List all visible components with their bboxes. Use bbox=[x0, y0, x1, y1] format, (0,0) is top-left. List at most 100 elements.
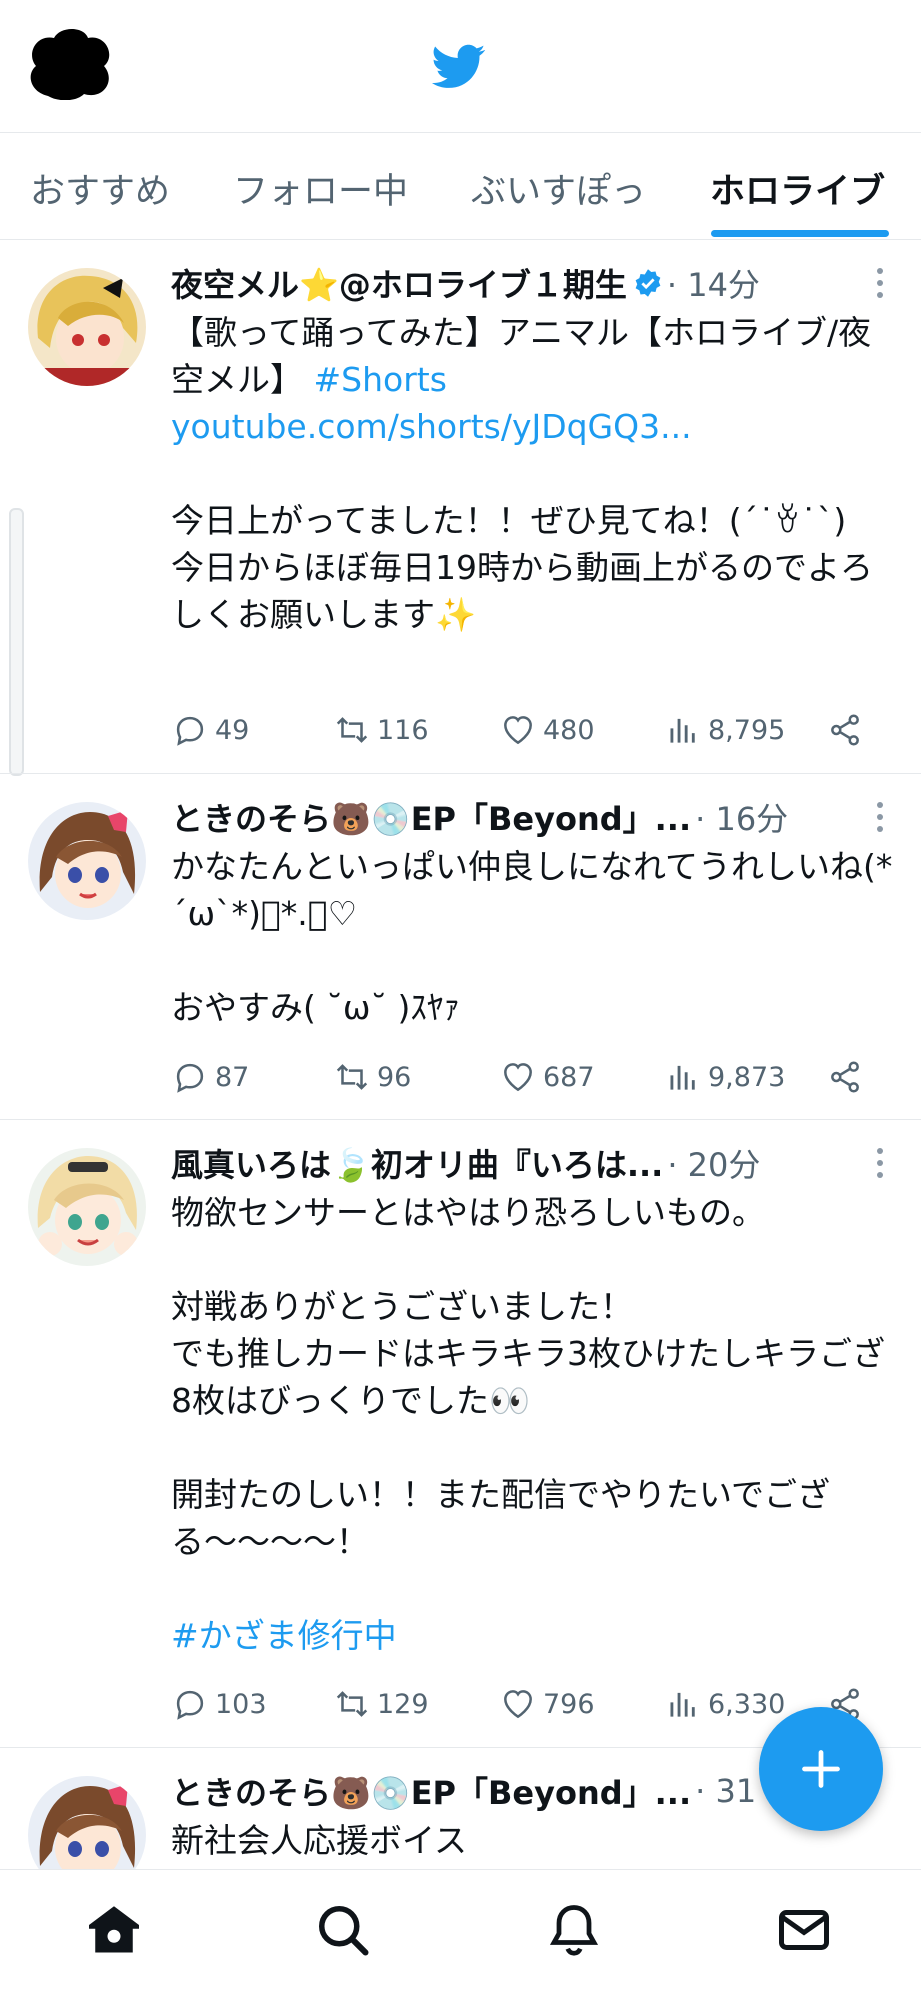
like-button[interactable]: 480 bbox=[499, 708, 595, 752]
timeline-tabs: おすすめ フォロー中 ぶいすぽっ ホロライブ bbox=[0, 133, 921, 240]
top-header bbox=[0, 0, 921, 133]
retweet-button[interactable]: 116 bbox=[333, 708, 429, 752]
like-button[interactable]: 687 bbox=[499, 1055, 595, 1099]
active-tab-indicator bbox=[711, 230, 889, 237]
retweet-icon bbox=[336, 1691, 368, 1717]
avatar[interactable] bbox=[28, 802, 146, 920]
timestamp: · 20分 bbox=[667, 1146, 761, 1184]
retweet-button[interactable]: 96 bbox=[333, 1055, 411, 1099]
heart-icon bbox=[504, 716, 532, 745]
like-count: 687 bbox=[543, 1061, 595, 1093]
tweet-header: 夜空メル⭐@ホロライブ１期生 · 14分 bbox=[171, 260, 861, 306]
timestamp: · 31 bbox=[695, 1772, 757, 1810]
analytics-icon bbox=[670, 1065, 695, 1090]
author-name[interactable]: 夜空メル⭐@ホロライブ１期生 bbox=[171, 260, 627, 306]
retweet-button[interactable]: 129 bbox=[333, 1682, 429, 1726]
tab-vspo[interactable]: ぶいすぽっ bbox=[471, 163, 646, 214]
analytics-icon bbox=[670, 1692, 695, 1717]
tweet-item[interactable]: 夜空メル⭐@ホロライブ１期生 · 14分 【歌って踊ってみた】アニマル【ホロライ… bbox=[0, 240, 921, 774]
tweet-item[interactable]: 風真いろは🍃初オリ曲『いろは... · 20分 物欲センサーとはやはり恐ろしいも… bbox=[0, 1120, 921, 1748]
tweet-header: ときのそら🐻💿EP「Beyond」... · 31 bbox=[171, 1768, 861, 1814]
tweet-header: ときのそら🐻💿EP「Beyond」... · 16分 bbox=[171, 794, 861, 840]
tweet-paragraph: おやすみ( ˘ω˘ )ｽﾔｧ bbox=[171, 988, 460, 1027]
avatar[interactable] bbox=[28, 268, 146, 386]
retweet-count: 129 bbox=[377, 1688, 429, 1720]
reply-icon bbox=[176, 716, 204, 746]
author-name[interactable]: 風真いろは🍃初オリ曲『いろは... bbox=[171, 1140, 663, 1186]
more-options-icon[interactable] bbox=[875, 802, 885, 836]
reply-count: 103 bbox=[215, 1688, 267, 1720]
share-icon bbox=[831, 714, 859, 746]
retweet-icon bbox=[336, 1064, 368, 1090]
reply-button[interactable]: 49 bbox=[171, 708, 249, 752]
hashtag-link[interactable]: #かざま修行中 bbox=[171, 1612, 899, 1659]
url-link[interactable]: youtube.com/shorts/yJDqGQ3... bbox=[171, 407, 692, 446]
views-button[interactable]: 9,873 bbox=[664, 1055, 785, 1099]
tweet-actions: 103 129 796 6,330 bbox=[171, 1682, 871, 1726]
avatar[interactable] bbox=[28, 1148, 146, 1266]
tweet-header: 風真いろは🍃初オリ曲『いろは... · 20分 bbox=[171, 1140, 861, 1186]
tab-hololive[interactable]: ホロライブ bbox=[710, 163, 885, 214]
tweet-text: かなたんといっぱい仲良しになれてうれしいね(*´ω`*)ﾟ*.・♡ おやすみ( … bbox=[171, 843, 899, 1031]
home-icon[interactable] bbox=[84, 1900, 144, 1960]
views-button[interactable]: 6,330 bbox=[664, 1682, 785, 1726]
tweet-paragraph: でも推しカードはキラキラ3枚ひけたしキラござ8枚はびっくりでした👀 bbox=[171, 1334, 885, 1420]
tab-recommended[interactable]: おすすめ bbox=[30, 163, 170, 214]
tweet-paragraph: 開封たのしい！！また配信でやりたいでござる〜〜〜〜！ bbox=[171, 1475, 831, 1561]
tweet-paragraph: 対戦ありがとうございました！ bbox=[171, 1287, 633, 1326]
tweet-text: 物欲センサーとはやはり恐ろしいもの。 対戦ありがとうございました！ でも推しカー… bbox=[171, 1189, 899, 1659]
reply-count: 49 bbox=[215, 714, 250, 746]
tweet-text-line: 【歌って踊ってみた】アニマル【ホロライブ/夜空メル】 bbox=[171, 313, 872, 399]
more-options-icon[interactable] bbox=[875, 1148, 885, 1182]
author-name[interactable]: ときのそら🐻💿EP「Beyond」... bbox=[171, 794, 691, 840]
avatar[interactable] bbox=[28, 1776, 146, 1869]
like-count: 796 bbox=[543, 1688, 595, 1720]
tweet-paragraph: 今日上がってました！！ぜひ見てね！(ˊ˙ꈊ˙ˋ) bbox=[171, 501, 847, 540]
tweet-text: 新社会人応援ボイス bbox=[171, 1817, 899, 1864]
timestamp: · 14分 bbox=[666, 266, 760, 304]
reply-button[interactable]: 87 bbox=[171, 1055, 249, 1099]
retweet-count: 96 bbox=[377, 1061, 412, 1093]
reply-icon bbox=[176, 1690, 204, 1720]
tweet-actions: 49 116 480 8,795 bbox=[171, 708, 871, 752]
share-icon bbox=[831, 1061, 859, 1093]
bell-icon[interactable] bbox=[544, 1900, 604, 1960]
mail-icon[interactable] bbox=[774, 1900, 834, 1960]
heart-icon bbox=[504, 1690, 532, 1719]
hashtag-link[interactable]: #Shorts bbox=[314, 360, 447, 399]
like-button[interactable]: 796 bbox=[499, 1682, 595, 1726]
more-options-icon[interactable] bbox=[875, 268, 885, 302]
analytics-icon bbox=[670, 718, 695, 743]
tweet-paragraph: 今日からほぼ毎日19時から動画上がるのでよろしくお願いします✨ bbox=[171, 548, 873, 634]
retweet-count: 116 bbox=[377, 714, 429, 746]
retweet-icon bbox=[336, 717, 368, 743]
account-avatar[interactable] bbox=[26, 26, 112, 100]
timestamp: · 16分 bbox=[695, 800, 789, 838]
like-count: 480 bbox=[543, 714, 595, 746]
heart-icon bbox=[504, 1063, 532, 1092]
tweet-paragraph: 物欲センサーとはやはり恐ろしいもの。 bbox=[171, 1193, 765, 1232]
plus-icon bbox=[802, 1750, 840, 1788]
reply-button[interactable]: 103 bbox=[171, 1682, 267, 1726]
share-button[interactable] bbox=[826, 1055, 870, 1099]
tweet-actions: 87 96 687 9,873 bbox=[171, 1055, 871, 1099]
view-count: 9,873 bbox=[708, 1061, 786, 1093]
share-button[interactable] bbox=[826, 708, 870, 752]
tweet-item[interactable]: ときのそら🐻💿EP「Beyond」... · 16分 かなたんといっぱい仲良しに… bbox=[0, 774, 921, 1120]
tweet-paragraph: かなたんといっぱい仲良しになれてうれしいね(*´ω`*)ﾟ*.・♡ bbox=[171, 847, 893, 933]
timeline: 夜空メル⭐@ホロライブ１期生 · 14分 【歌って踊ってみた】アニマル【ホロライ… bbox=[0, 240, 921, 1869]
twitter-bird-icon bbox=[432, 44, 486, 88]
reply-count: 87 bbox=[215, 1061, 250, 1093]
search-icon[interactable] bbox=[313, 1900, 373, 1960]
view-count: 8,795 bbox=[708, 714, 786, 746]
reply-icon bbox=[176, 1063, 204, 1093]
bottom-navigation bbox=[0, 1869, 921, 2001]
author-name[interactable]: ときのそら🐻💿EP「Beyond」... bbox=[171, 1768, 691, 1814]
verified-badge-icon bbox=[635, 269, 661, 297]
views-button[interactable]: 8,795 bbox=[664, 708, 785, 752]
tweet-paragraph: 新社会人応援ボイス bbox=[171, 1821, 468, 1860]
tweet-text: 【歌って踊ってみた】アニマル【ホロライブ/夜空メル】 #Shorts youtu… bbox=[171, 309, 899, 638]
compose-button[interactable] bbox=[759, 1707, 883, 1831]
tab-following[interactable]: フォロー中 bbox=[233, 163, 408, 214]
view-count: 6,330 bbox=[708, 1688, 786, 1720]
